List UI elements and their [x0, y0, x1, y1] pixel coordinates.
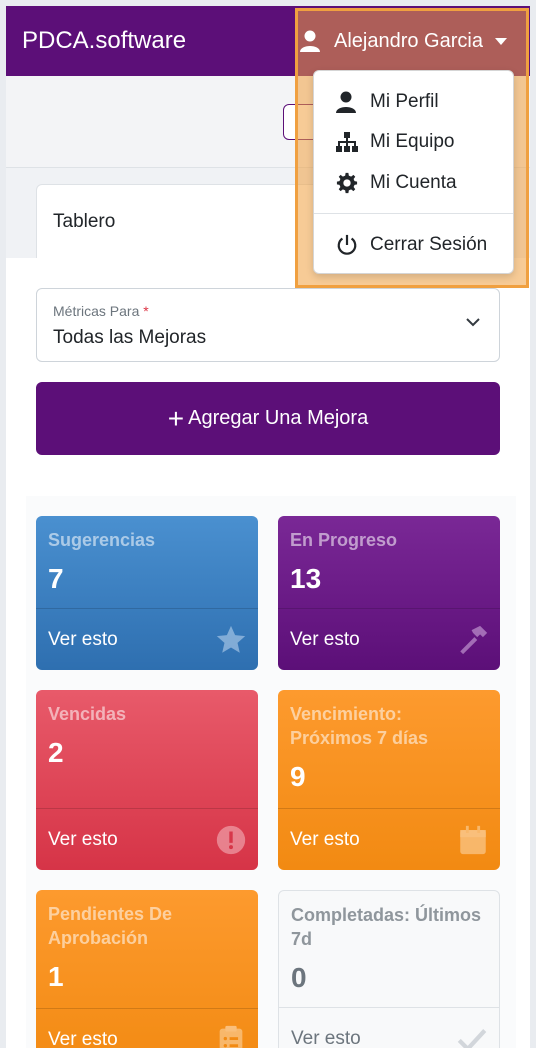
chevron-down-icon: [466, 318, 480, 327]
card-title: Sugerencias: [48, 530, 156, 550]
sitemap-icon: [336, 132, 358, 152]
metrics-select-value: Todas las Mejoras: [53, 327, 207, 348]
card-sugerencias: Sugerencias 7 Ver esto: [36, 516, 258, 670]
user-icon: [300, 30, 320, 52]
card-title: Completadas: Últimos 7d: [291, 905, 482, 949]
gear-icon: [336, 172, 358, 194]
metrics-select[interactable]: Métricas Para * Todas las Mejoras: [36, 288, 500, 362]
user-menu-toggle[interactable]: Alejandro Garcia: [300, 6, 516, 76]
metrics-select-label: Métricas Para *: [53, 303, 149, 319]
exclamation-circle-icon: [216, 825, 246, 855]
card-link[interactable]: Ver esto: [36, 808, 258, 870]
card-link-label: Ver esto: [48, 1028, 118, 1048]
card-link[interactable]: Ver esto: [36, 1008, 258, 1048]
menu-item-label: Cerrar Sesión: [370, 234, 488, 255]
card-link-label: Ver esto: [48, 628, 118, 650]
card-link-label: Ver esto: [290, 828, 360, 850]
menu-item-mi-cuenta[interactable]: Mi Cuenta: [314, 163, 513, 203]
clipboard-list-icon: [219, 1025, 243, 1048]
card-completadas: Completadas: Últimos 7d 0 Ver esto: [278, 890, 500, 1048]
menu-item-label: Mi Equipo: [370, 131, 455, 152]
brand-logo-text[interactable]: PDCA.software: [22, 27, 186, 55]
card-link[interactable]: Ver esto: [278, 608, 500, 670]
star-icon: [216, 625, 246, 653]
card-pendientes-aprobacion: Pendientes De Aprobación 1 Ver esto: [36, 890, 258, 1048]
menu-item-cerrar-sesion[interactable]: Cerrar Sesión: [314, 225, 513, 265]
add-improvement-label: Agregar Una Mejora: [188, 407, 369, 429]
power-icon: [337, 234, 357, 255]
card-title: Pendientes De Aprobación: [48, 904, 173, 948]
card-link-label: Ver esto: [290, 628, 360, 650]
card-title: Vencidas: [48, 704, 127, 724]
card-count: 0: [291, 962, 307, 993]
user-icon: [336, 91, 356, 113]
card-count: 7: [48, 563, 64, 594]
user-name: Alejandro Garcia: [334, 29, 483, 52]
card-vencidas: Vencidas 2 Ver esto: [36, 690, 258, 870]
hammer-icon: [460, 625, 488, 655]
card-count: 9: [290, 761, 306, 792]
caret-down-icon: [494, 37, 507, 45]
card-title: Vencimiento: Próximos 7 días: [290, 704, 429, 748]
card-count: 1: [48, 961, 64, 992]
menu-divider: [314, 213, 513, 214]
plus-icon: +: [167, 402, 185, 434]
card-link-label: Ver esto: [48, 828, 118, 850]
card-link[interactable]: Ver esto: [278, 808, 500, 870]
card-en-progreso: En Progreso 13 Ver esto: [278, 516, 500, 670]
check-icon: [457, 1029, 487, 1048]
card-count: 2: [48, 737, 64, 768]
tab-label: Tablero: [53, 211, 116, 232]
tab-tablero[interactable]: Tablero: [36, 184, 336, 258]
menu-item-label: Mi Cuenta: [370, 172, 457, 193]
card-vencimiento-proximos: Vencimiento: Próximos 7 días 9 Ver esto: [278, 690, 500, 870]
menu-item-mi-perfil[interactable]: Mi Perfil: [314, 82, 513, 122]
card-title: En Progreso: [290, 530, 398, 550]
calendar-icon: [460, 825, 486, 855]
card-link-label: Ver esto: [291, 1027, 361, 1048]
menu-item-label: Mi Perfil: [370, 91, 439, 112]
user-dropdown-menu: Mi Perfil Mi Equipo Mi Cuenta Cerrar Ses…: [313, 70, 514, 274]
required-mark: *: [143, 303, 149, 319]
card-link[interactable]: Ver esto: [279, 1007, 499, 1048]
card-count: 13: [290, 563, 322, 594]
menu-item-mi-equipo[interactable]: Mi Equipo: [314, 122, 513, 162]
add-improvement-button[interactable]: + Agregar Una Mejora: [36, 382, 500, 455]
card-link[interactable]: Ver esto: [36, 608, 258, 670]
